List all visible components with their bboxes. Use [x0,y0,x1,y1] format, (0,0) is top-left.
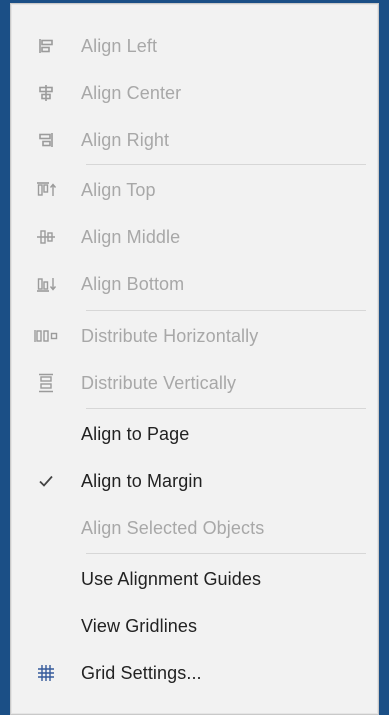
menu-item-align-to-margin[interactable]: Align to Margin [11,457,378,505]
menu-item-align-selected-objects[interactable]: Align Selected Objects [11,504,378,552]
menu-item-grid-settings[interactable]: Grid Settings... [11,649,378,697]
align-bottom-icon [35,275,57,293]
menu-label: Align Center [81,83,182,103]
menu-label: View Gridlines [81,616,198,636]
menu-label: Distribute Horizontally [81,326,259,346]
menu-label: Align Middle [81,227,181,247]
align-left-icon [37,37,55,55]
checkmark-icon [38,474,54,488]
menu-separator [86,310,366,311]
menu-label: Distribute Vertically [81,373,237,393]
align-middle-icon [36,228,56,246]
alignment-context-menu: Align Left Align Center Align Right Alig… [10,3,379,715]
menu-item-align-middle[interactable]: Align Middle [11,213,378,261]
menu-label: Align Bottom [81,274,185,294]
menu-item-align-left[interactable]: Align Left [11,22,378,70]
menu-label: Align to Margin [81,471,203,491]
menu-separator [86,408,366,409]
menu-item-distribute-horizontally[interactable]: Distribute Horizontally [11,312,378,360]
menu-label: Align Left [81,36,158,56]
menu-label: Align Top [81,180,156,200]
menu-label: Use Alignment Guides [81,569,262,589]
align-center-icon [37,84,55,102]
menu-label: Grid Settings... [81,663,202,683]
menu-separator [86,553,366,554]
menu-label: Align Selected Objects [81,518,265,538]
align-top-icon [35,181,57,199]
menu-item-align-right[interactable]: Align Right [11,116,378,164]
menu-item-align-bottom[interactable]: Align Bottom [11,260,378,308]
grid-settings-icon [37,664,55,682]
menu-item-view-gridlines[interactable]: View Gridlines [11,602,378,650]
menu-label: Align to Page [81,424,190,444]
menu-item-use-alignment-guides[interactable]: Use Alignment Guides [11,555,378,603]
menu-item-align-to-page[interactable]: Align to Page [11,410,378,458]
align-right-icon [37,131,55,149]
menu-separator [86,164,366,165]
menu-item-align-center[interactable]: Align Center [11,69,378,117]
distribute-horizontally-icon [33,327,59,345]
menu-item-distribute-vertically[interactable]: Distribute Vertically [11,359,378,407]
distribute-vertically-icon [37,373,55,393]
menu-label: Align Right [81,130,170,150]
menu-item-align-top[interactable]: Align Top [11,166,378,214]
